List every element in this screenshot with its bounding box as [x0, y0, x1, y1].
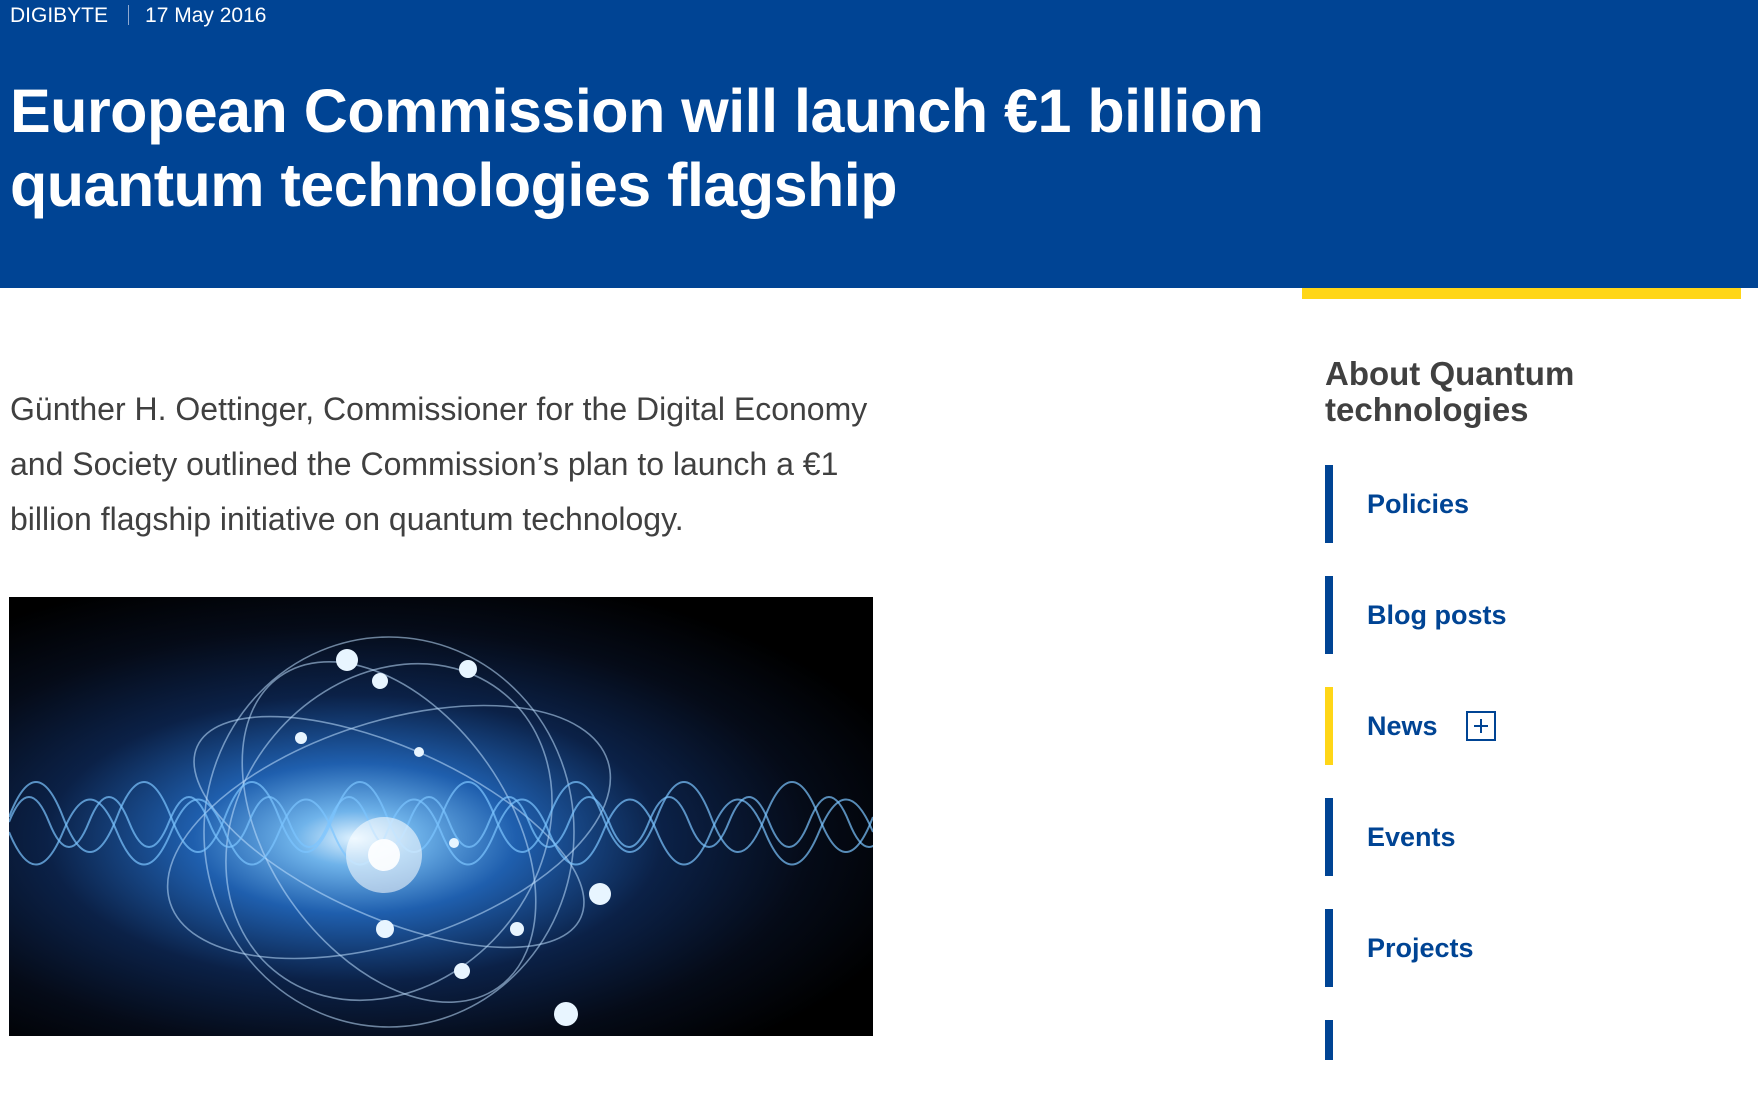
- sidebar-item-policies[interactable]: Policies: [1325, 465, 1507, 543]
- sidebar-item-projects[interactable]: Projects: [1325, 909, 1507, 987]
- page-header: DIGIBYTE 17 May 2016 European Commission …: [0, 0, 1758, 288]
- quantum-illustration: [9, 636, 873, 1028]
- article-hero-image: [9, 597, 873, 1036]
- sidebar-accent-bar: [1302, 288, 1741, 299]
- article-meta: DIGIBYTE 17 May 2016: [10, 4, 266, 28]
- sidebar-item-news[interactable]: News: [1325, 687, 1507, 765]
- sidebar-nav: Policies Blog posts News Events Projects: [1325, 465, 1507, 1093]
- sidebar-title: About Quantum technologies: [1325, 355, 1575, 428]
- sidebar-item-more[interactable]: [1325, 1020, 1507, 1060]
- sidebar-item-label: Events: [1367, 821, 1456, 852]
- article-lead: Günther H. Oettinger, Commissioner for t…: [10, 391, 868, 537]
- plus-box-icon[interactable]: [1465, 711, 1496, 741]
- publish-date: 17 May 2016: [145, 4, 267, 27]
- sidebar-item-label: Policies: [1367, 488, 1470, 519]
- sidebar-item-label: Projects: [1367, 932, 1474, 963]
- meta-separator: [128, 5, 130, 25]
- sidebar-item-label: News: [1367, 710, 1438, 741]
- page-title: European Commission will launch €1 billi…: [10, 77, 1264, 219]
- sidebar-item-label: Blog posts: [1367, 599, 1507, 630]
- sidebar-item-events[interactable]: Events: [1325, 798, 1507, 876]
- category-label[interactable]: DIGIBYTE: [10, 4, 108, 27]
- sidebar-item-blog-posts[interactable]: Blog posts: [1325, 576, 1507, 654]
